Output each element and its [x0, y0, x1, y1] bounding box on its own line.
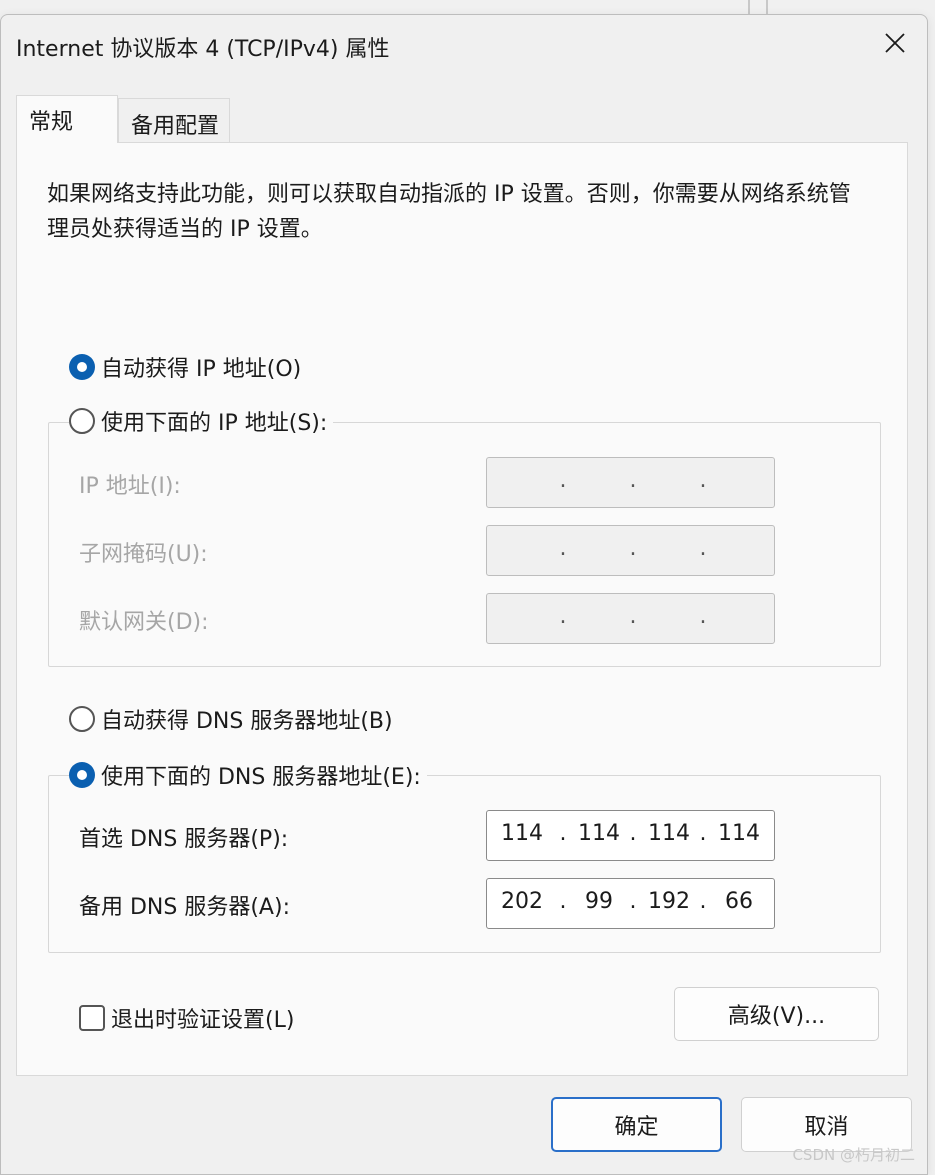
subnet-mask-input: . . . — [486, 525, 775, 576]
advanced-button[interactable]: 高级(V)... — [674, 987, 879, 1041]
description-text: 如果网络支持此功能，则可以获取自动指派的 IP 设置。否则，你需要从网络系统管理… — [47, 182, 851, 242]
close-button[interactable] — [873, 23, 917, 63]
default-gateway-label: 默认网关(D): — [79, 610, 209, 635]
validate-on-exit-label: 退出时验证设置(L) — [111, 1008, 295, 1033]
ok-button[interactable]: 确定 — [551, 1097, 722, 1152]
radio-auto-ip-label: 自动获得 IP 地址(O) — [101, 357, 302, 382]
alternate-dns-label: 备用 DNS 服务器(A): — [79, 895, 290, 920]
ip-address-input: . . . — [486, 457, 775, 508]
preferred-dns-label: 首选 DNS 服务器(P): — [79, 827, 289, 852]
radio-checked-icon — [69, 354, 95, 380]
radio-unchecked-icon — [69, 408, 95, 434]
tab-alternate-config[interactable]: 备用配置 — [118, 98, 230, 142]
tab-general[interactable]: 常规 — [16, 95, 118, 143]
checkbox-unchecked-icon — [79, 1005, 105, 1031]
radio-auto-dns[interactable]: 自动获得 DNS 服务器地址(B) — [69, 703, 399, 735]
preferred-dns-input[interactable]: 114 . 114 . 114 . 114 — [486, 810, 775, 861]
radio-manual-ip-label: 使用下面的 IP 地址(S): — [101, 411, 328, 436]
radio-unchecked-icon — [69, 706, 95, 732]
dialog-title: Internet 协议版本 4 (TCP/IPv4) 属性 — [16, 37, 390, 62]
watermark: CSDN @朽月初二 — [792, 1146, 915, 1164]
radio-auto-ip[interactable]: 自动获得 IP 地址(O) — [69, 351, 308, 383]
ip-address-label: IP 地址(I): — [79, 474, 181, 499]
radio-manual-dns[interactable]: 使用下面的 DNS 服务器地址(E): — [69, 759, 427, 791]
title-bar[interactable]: Internet 协议版本 4 (TCP/IPv4) 属性 — [1, 15, 927, 75]
default-gateway-input: . . . — [486, 593, 775, 644]
tcpip-properties-dialog: Internet 协议版本 4 (TCP/IPv4) 属性 常规 备用配置 如果… — [0, 14, 928, 1175]
radio-manual-dns-label: 使用下面的 DNS 服务器地址(E): — [101, 765, 421, 790]
close-icon — [885, 33, 905, 53]
general-tab-panel: 如果网络支持此功能，则可以获取自动指派的 IP 设置。否则，你需要从网络系统管理… — [16, 142, 908, 1076]
radio-auto-dns-label: 自动获得 DNS 服务器地址(B) — [101, 709, 393, 734]
validate-on-exit-checkbox[interactable]: 退出时验证设置(L) — [79, 1002, 294, 1034]
radio-manual-ip[interactable]: 使用下面的 IP 地址(S): — [69, 405, 334, 437]
subnet-mask-label: 子网掩码(U): — [79, 542, 208, 567]
radio-checked-icon — [69, 762, 95, 788]
alternate-dns-input[interactable]: 202 . 99 . 192 . 66 — [486, 878, 775, 929]
